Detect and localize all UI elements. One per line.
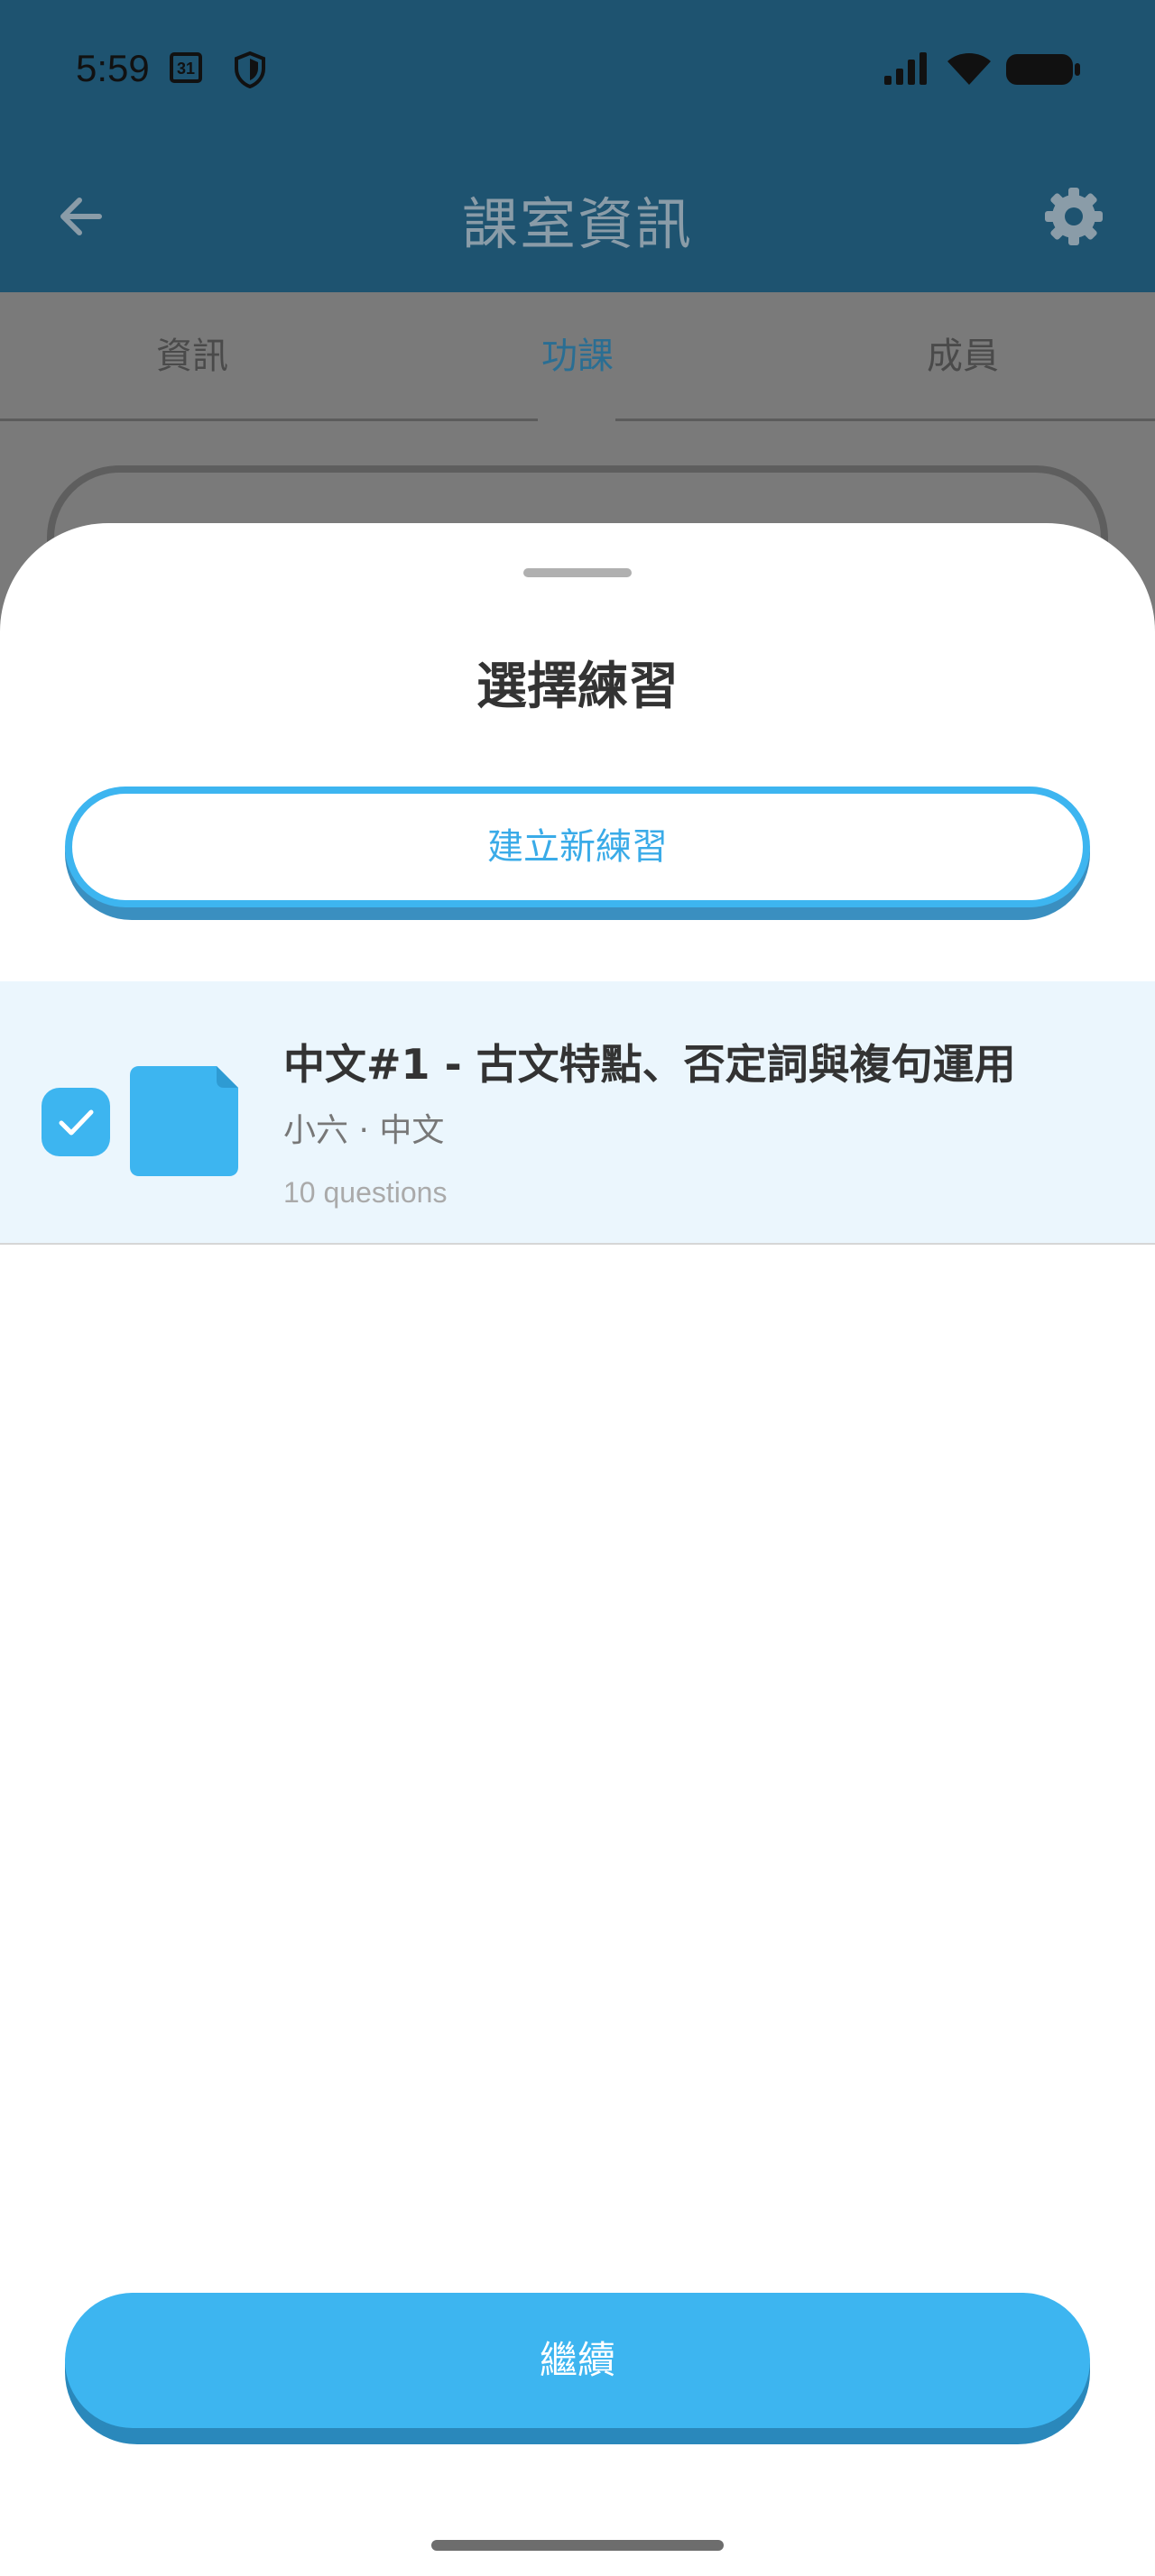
- tab-bar: 資訊 功課 成員: [0, 292, 1155, 422]
- folder-icon: [130, 1066, 238, 1176]
- shield-icon: [235, 51, 265, 88]
- calendar-icon: 31: [170, 52, 202, 83]
- continue-label: 繼續: [65, 2293, 1090, 2428]
- tab-divider-left: [0, 419, 538, 421]
- exercise-list-item[interactable]: 中文#1 - 古文特點、否定詞與複句運用 小六 · 中文 10 question…: [0, 981, 1155, 1245]
- signal-icon: [884, 52, 927, 85]
- tab-divider-right: [615, 419, 1155, 421]
- create-exercise-button[interactable]: 建立新練習: [65, 787, 1090, 920]
- sheet-title: 選擇練習: [476, 658, 679, 716]
- bottom-sheet: 選擇練習 建立新練習 中文#1 - 古文特點、否定詞與複句運用 小六 · 中文 …: [0, 523, 1155, 2576]
- exercise-meta: 小六 · 中文: [283, 1112, 445, 1149]
- sheet-drag-handle[interactable]: [523, 568, 632, 577]
- exercise-question-count: 10 questions: [283, 1176, 448, 1209]
- exercise-title: 中文#1 - 古文特點、否定詞與複句運用: [283, 1040, 1016, 1089]
- home-indicator: [431, 2540, 724, 2551]
- status-bar: 5:59 31: [0, 0, 1155, 143]
- check-icon: [59, 1109, 94, 1136]
- create-exercise-label: 建立新練習: [65, 787, 1090, 907]
- continue-button[interactable]: 繼續: [65, 2293, 1090, 2444]
- status-time: 5:59: [76, 47, 150, 89]
- tab-info[interactable]: 資訊: [0, 327, 384, 379]
- app-bar: 課室資訊: [0, 143, 1155, 292]
- wifi-icon: [947, 53, 991, 85]
- tab-members[interactable]: 成員: [771, 327, 1155, 379]
- tab-homework[interactable]: 功課: [385, 327, 770, 379]
- gear-icon[interactable]: [1043, 186, 1104, 247]
- battery-icon: [1006, 54, 1080, 85]
- page-title: 課室資訊: [461, 191, 693, 257]
- exercise-checkbox[interactable]: [42, 1088, 110, 1156]
